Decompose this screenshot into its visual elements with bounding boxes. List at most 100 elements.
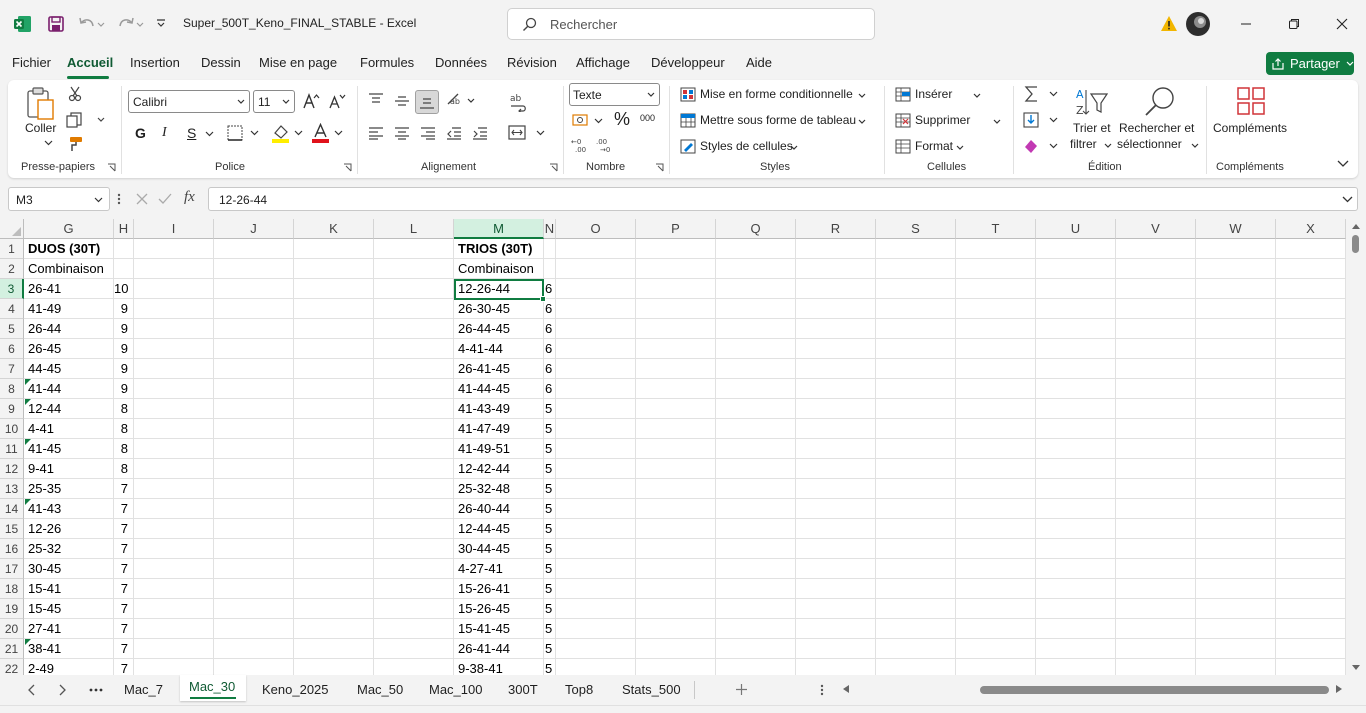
align-middle-icon[interactable] bbox=[394, 94, 410, 108]
undo-icon[interactable] bbox=[77, 15, 105, 33]
dialog-launcher-icon[interactable] bbox=[549, 163, 558, 172]
cell-trio-count[interactable]: 5 bbox=[545, 439, 555, 459]
dialog-launcher-icon[interactable] bbox=[107, 163, 116, 172]
decrease-font-size-icon[interactable] bbox=[328, 92, 346, 110]
cell-duo-count[interactable]: 7 bbox=[114, 499, 130, 519]
cell-duo-combo[interactable]: 26-45 bbox=[28, 339, 112, 359]
row-header-3[interactable]: 3 bbox=[0, 279, 24, 299]
cut-icon[interactable] bbox=[68, 86, 82, 102]
cell-trio-count[interactable]: 6 bbox=[545, 279, 555, 299]
tab-donnees[interactable]: Données bbox=[435, 55, 487, 70]
avatar[interactable] bbox=[1186, 12, 1210, 36]
column-header-v[interactable]: V bbox=[1116, 219, 1196, 239]
column-header-t[interactable]: T bbox=[956, 219, 1036, 239]
column-header-p[interactable]: P bbox=[636, 219, 716, 239]
align-right-icon[interactable] bbox=[420, 126, 436, 140]
delete-cells-button[interactable]: Supprimer bbox=[893, 112, 1003, 130]
row-header-4[interactable]: 4 bbox=[0, 299, 24, 319]
more-options-icon[interactable] bbox=[117, 193, 121, 205]
chevron-down-icon[interactable] bbox=[44, 140, 53, 146]
number-format-select[interactable]: Texte bbox=[569, 83, 660, 106]
cell-duo-count[interactable]: 8 bbox=[114, 439, 130, 459]
clear-icon[interactable] bbox=[1022, 137, 1060, 155]
cell-trio-combo[interactable]: 26-41-44 bbox=[458, 639, 542, 659]
cell-trio-count[interactable]: 6 bbox=[545, 299, 555, 319]
increase-indent-icon[interactable] bbox=[472, 126, 488, 140]
cell-duo-combo[interactable]: 44-45 bbox=[28, 359, 112, 379]
cell-trios-title[interactable]: TRIOS (30T) bbox=[458, 239, 572, 259]
insert-function-button[interactable]: fx bbox=[184, 189, 195, 206]
row-header-10[interactable]: 10 bbox=[0, 419, 24, 439]
cell-trio-count[interactable]: 5 bbox=[545, 399, 555, 419]
row-header-12[interactable]: 12 bbox=[0, 459, 24, 479]
tab-affichage[interactable]: Affichage bbox=[576, 55, 630, 70]
cell-duo-combo[interactable]: 25-32 bbox=[28, 539, 112, 559]
cell-duo-count[interactable]: 7 bbox=[114, 659, 130, 675]
column-header-s[interactable]: S bbox=[876, 219, 956, 239]
tab-revision[interactable]: Révision bbox=[507, 55, 557, 70]
cell-trio-count[interactable]: 6 bbox=[545, 319, 555, 339]
column-header-k[interactable]: K bbox=[294, 219, 374, 239]
error-indicator-icon[interactable] bbox=[25, 499, 31, 505]
increase-decimal-icon[interactable]: ←0 .00 bbox=[571, 137, 591, 153]
cell-trio-count[interactable]: 5 bbox=[545, 659, 555, 675]
cell-duo-count[interactable]: 7 bbox=[114, 559, 130, 579]
cell-duo-count[interactable]: 10 bbox=[114, 279, 130, 299]
row-header-2[interactable]: 2 bbox=[0, 259, 24, 279]
confirm-entry-icon[interactable] bbox=[158, 193, 172, 205]
row-header-1[interactable]: 1 bbox=[0, 239, 24, 259]
font-color-icon[interactable] bbox=[311, 123, 345, 143]
cell-duo-count[interactable]: 8 bbox=[114, 419, 130, 439]
scroll-up-icon[interactable] bbox=[1351, 223, 1361, 230]
fill-handle[interactable] bbox=[540, 296, 546, 302]
sheet-tab-top8[interactable]: Top8 bbox=[565, 682, 593, 697]
row-header-20[interactable]: 20 bbox=[0, 619, 24, 639]
format-as-table-button[interactable]: Mettre sous forme de tableau bbox=[678, 112, 868, 130]
tab-aide[interactable]: Aide bbox=[746, 55, 772, 70]
cell-trio-count[interactable]: 6 bbox=[545, 379, 555, 399]
cell-duo-combo[interactable]: 12-44 bbox=[28, 399, 112, 419]
row-header-14[interactable]: 14 bbox=[0, 499, 24, 519]
cell-trio-combo[interactable]: 41-49-51 bbox=[458, 439, 542, 459]
error-indicator-icon[interactable] bbox=[25, 379, 31, 385]
column-header-g[interactable]: G bbox=[24, 219, 114, 239]
cell-trio-combo[interactable]: 25-32-48 bbox=[458, 479, 542, 499]
merge-center-icon[interactable] bbox=[508, 124, 548, 142]
more-options-icon[interactable] bbox=[820, 684, 824, 696]
format-painter-icon[interactable] bbox=[68, 136, 84, 152]
accounting-format-icon[interactable] bbox=[571, 112, 605, 130]
column-header-n[interactable]: N bbox=[544, 219, 556, 239]
tab-mise-en-page[interactable]: Mise en page bbox=[259, 55, 337, 70]
cell-duo-combo[interactable]: 12-26 bbox=[28, 519, 112, 539]
error-indicator-icon[interactable] bbox=[25, 439, 31, 445]
tab-accueil[interactable]: Accueil bbox=[67, 55, 113, 70]
underline-button[interactable]: S bbox=[187, 125, 196, 141]
cell-duo-combo[interactable]: 41-43 bbox=[28, 499, 112, 519]
cell-trio-count[interactable]: 5 bbox=[545, 479, 555, 499]
cell-duo-combo[interactable]: 4-41 bbox=[28, 419, 112, 439]
column-header-w[interactable]: W bbox=[1196, 219, 1276, 239]
cell-duo-combo[interactable]: 38-41 bbox=[28, 639, 112, 659]
more-sheets-icon[interactable] bbox=[89, 688, 103, 692]
minimize-button[interactable] bbox=[1231, 10, 1261, 38]
cell-trio-count[interactable]: 5 bbox=[545, 599, 555, 619]
cell-trio-count[interactable]: 5 bbox=[545, 619, 555, 639]
horizontal-scroll-thumb[interactable] bbox=[980, 686, 1329, 694]
cell-duos-header[interactable]: Combinaison bbox=[28, 259, 122, 279]
cell-trio-combo[interactable]: 15-26-45 bbox=[458, 599, 542, 619]
restore-button[interactable] bbox=[1279, 10, 1309, 38]
scroll-down-icon[interactable] bbox=[1351, 664, 1361, 671]
cell-trio-combo[interactable]: 4-27-41 bbox=[458, 559, 542, 579]
addins-button[interactable]: Compléments bbox=[1212, 84, 1292, 140]
cell-duo-combo[interactable]: 15-41 bbox=[28, 579, 112, 599]
row-header-13[interactable]: 13 bbox=[0, 479, 24, 499]
cell-trio-count[interactable]: 5 bbox=[545, 579, 555, 599]
row-header-17[interactable]: 17 bbox=[0, 559, 24, 579]
previous-sheet-icon[interactable] bbox=[27, 684, 35, 696]
format-cells-button[interactable]: Format bbox=[893, 138, 983, 156]
save-icon[interactable] bbox=[47, 15, 65, 33]
sort-filter-button[interactable]: A Z Trier et filtrer bbox=[1068, 84, 1114, 154]
cell-trio-combo[interactable]: 12-44-45 bbox=[458, 519, 542, 539]
copy-icon[interactable] bbox=[66, 112, 108, 128]
cell-trio-combo[interactable]: 15-41-45 bbox=[458, 619, 542, 639]
